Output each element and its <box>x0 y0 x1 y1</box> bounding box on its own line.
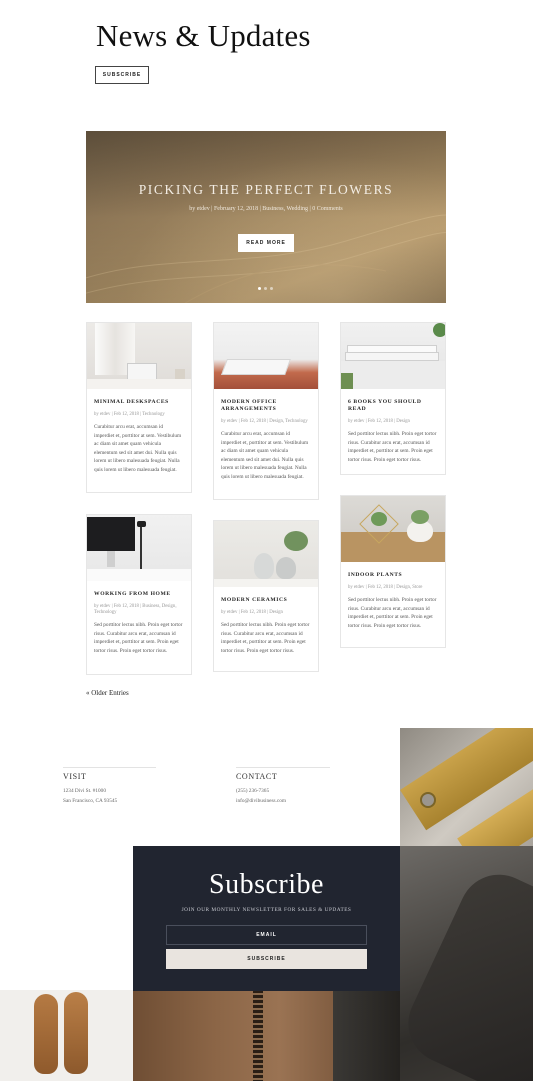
post-image[interactable] <box>214 323 318 389</box>
visit-address: 1234 Divi St. #1000 San Francisco, CA 93… <box>63 786 117 806</box>
leather-bag-photo <box>400 846 533 1081</box>
divider <box>236 767 330 768</box>
contact-phone[interactable]: (255) 236-7365 <box>236 786 286 796</box>
hero-title[interactable]: PICKING THE PERFECT FLOWERS <box>86 182 446 198</box>
post-image[interactable] <box>87 515 191 581</box>
visit-line-1: 1234 Divi St. #1000 <box>63 788 106 794</box>
subscribe-title: Subscribe <box>209 869 324 900</box>
subscribe-subtitle: JOIN OUR MONTHLY NEWSLETTER FOR SALES & … <box>181 907 352 913</box>
post-excerpt: Sed porttitor lectus nibh. Proin eget to… <box>348 597 437 629</box>
post-meta: by etdev | Feb 12, 2018 | Design <box>348 419 410 424</box>
post-title[interactable]: MODERN OFFICE ARRANGEMENTS <box>221 399 311 413</box>
slider-dot-1[interactable] <box>258 287 261 290</box>
subscribe-submit-button[interactable]: SUBSCRIBE <box>166 949 367 969</box>
post-card[interactable]: MINIMAL DESKSPACES by etdev | Feb 12, 20… <box>86 322 192 493</box>
wood-texture <box>86 214 446 303</box>
post-title[interactable]: MODERN CERAMICS <box>221 597 311 604</box>
post-title[interactable]: MINIMAL DESKSPACES <box>94 399 184 406</box>
visit-line-2: San Francisco, CA 93545 <box>63 798 118 804</box>
older-entries-link[interactable]: « Older Entries <box>86 689 129 697</box>
post-card[interactable]: 6 BOOKS YOU SHOULD READ by etdev | Feb 1… <box>340 322 446 475</box>
leather-shoes-photo <box>0 990 133 1081</box>
contact-heading: CONTACT <box>236 772 278 781</box>
brass-ruler-photo <box>400 728 533 846</box>
post-image[interactable] <box>341 496 445 562</box>
read-more-button[interactable]: READ MORE <box>238 234 294 252</box>
post-meta: by etdev | Feb 12, 2018 | Design, Store <box>348 585 423 590</box>
post-title[interactable]: 6 BOOKS YOU SHOULD READ <box>348 399 438 413</box>
slider-dots <box>258 287 273 290</box>
post-excerpt: Sed porttitor lectus nibh. Proin eget to… <box>94 622 183 654</box>
post-excerpt: Curabitur arcu erat, accumsan id imperdi… <box>221 431 309 480</box>
post-image[interactable] <box>87 323 191 389</box>
slider-dot-2[interactable] <box>264 287 267 290</box>
leather-zipper-photo <box>133 990 400 1081</box>
post-meta: by etdev | Feb 12, 2018 | Business, Desi… <box>94 604 177 615</box>
contact-email[interactable]: info@divibusiness.com <box>236 796 286 806</box>
post-title[interactable]: INDOOR PLANTS <box>348 572 438 579</box>
slider-dot-3[interactable] <box>270 287 273 290</box>
post-card[interactable]: INDOOR PLANTS by etdev | Feb 12, 2018 | … <box>340 495 446 648</box>
post-image[interactable] <box>341 323 445 389</box>
post-title[interactable]: WORKING FROM HOME <box>94 591 184 598</box>
post-excerpt: Sed porttitor lectus nibh. Proin eget to… <box>221 622 310 654</box>
post-card[interactable]: WORKING FROM HOME by etdev | Feb 12, 201… <box>86 514 192 675</box>
contact-details: (255) 236-7365 info@divibusiness.com <box>236 786 286 806</box>
post-meta: by etdev | Feb 12, 2018 | Technology <box>94 412 165 417</box>
hero-meta: by etdev | February 12, 2018 | Business,… <box>189 206 343 212</box>
subscribe-section: Subscribe JOIN OUR MONTHLY NEWSLETTER FO… <box>133 846 400 991</box>
page-title: News & Updates <box>96 18 311 53</box>
visit-heading: VISIT <box>63 772 87 781</box>
divider <box>63 767 156 768</box>
post-meta: by etdev | Feb 12, 2018 | Design <box>221 610 283 615</box>
post-image[interactable] <box>214 521 318 587</box>
post-meta: by etdev | Feb 12, 2018 | Design, Techno… <box>221 419 308 424</box>
hero-slider: PICKING THE PERFECT FLOWERS by etdev | F… <box>86 131 446 303</box>
post-card[interactable]: MODERN OFFICE ARRANGEMENTS by etdev | Fe… <box>213 322 319 500</box>
post-card[interactable]: MODERN CERAMICS by etdev | Feb 12, 2018 … <box>213 520 319 672</box>
subscribe-button[interactable]: SUBSCRIBE <box>95 66 149 84</box>
post-excerpt: Curabitur arcu erat, accumsan id imperdi… <box>94 424 182 473</box>
email-field[interactable]: EMAIL <box>166 925 367 945</box>
post-excerpt: Sed porttitor lectus nibh. Proin eget to… <box>348 431 437 463</box>
